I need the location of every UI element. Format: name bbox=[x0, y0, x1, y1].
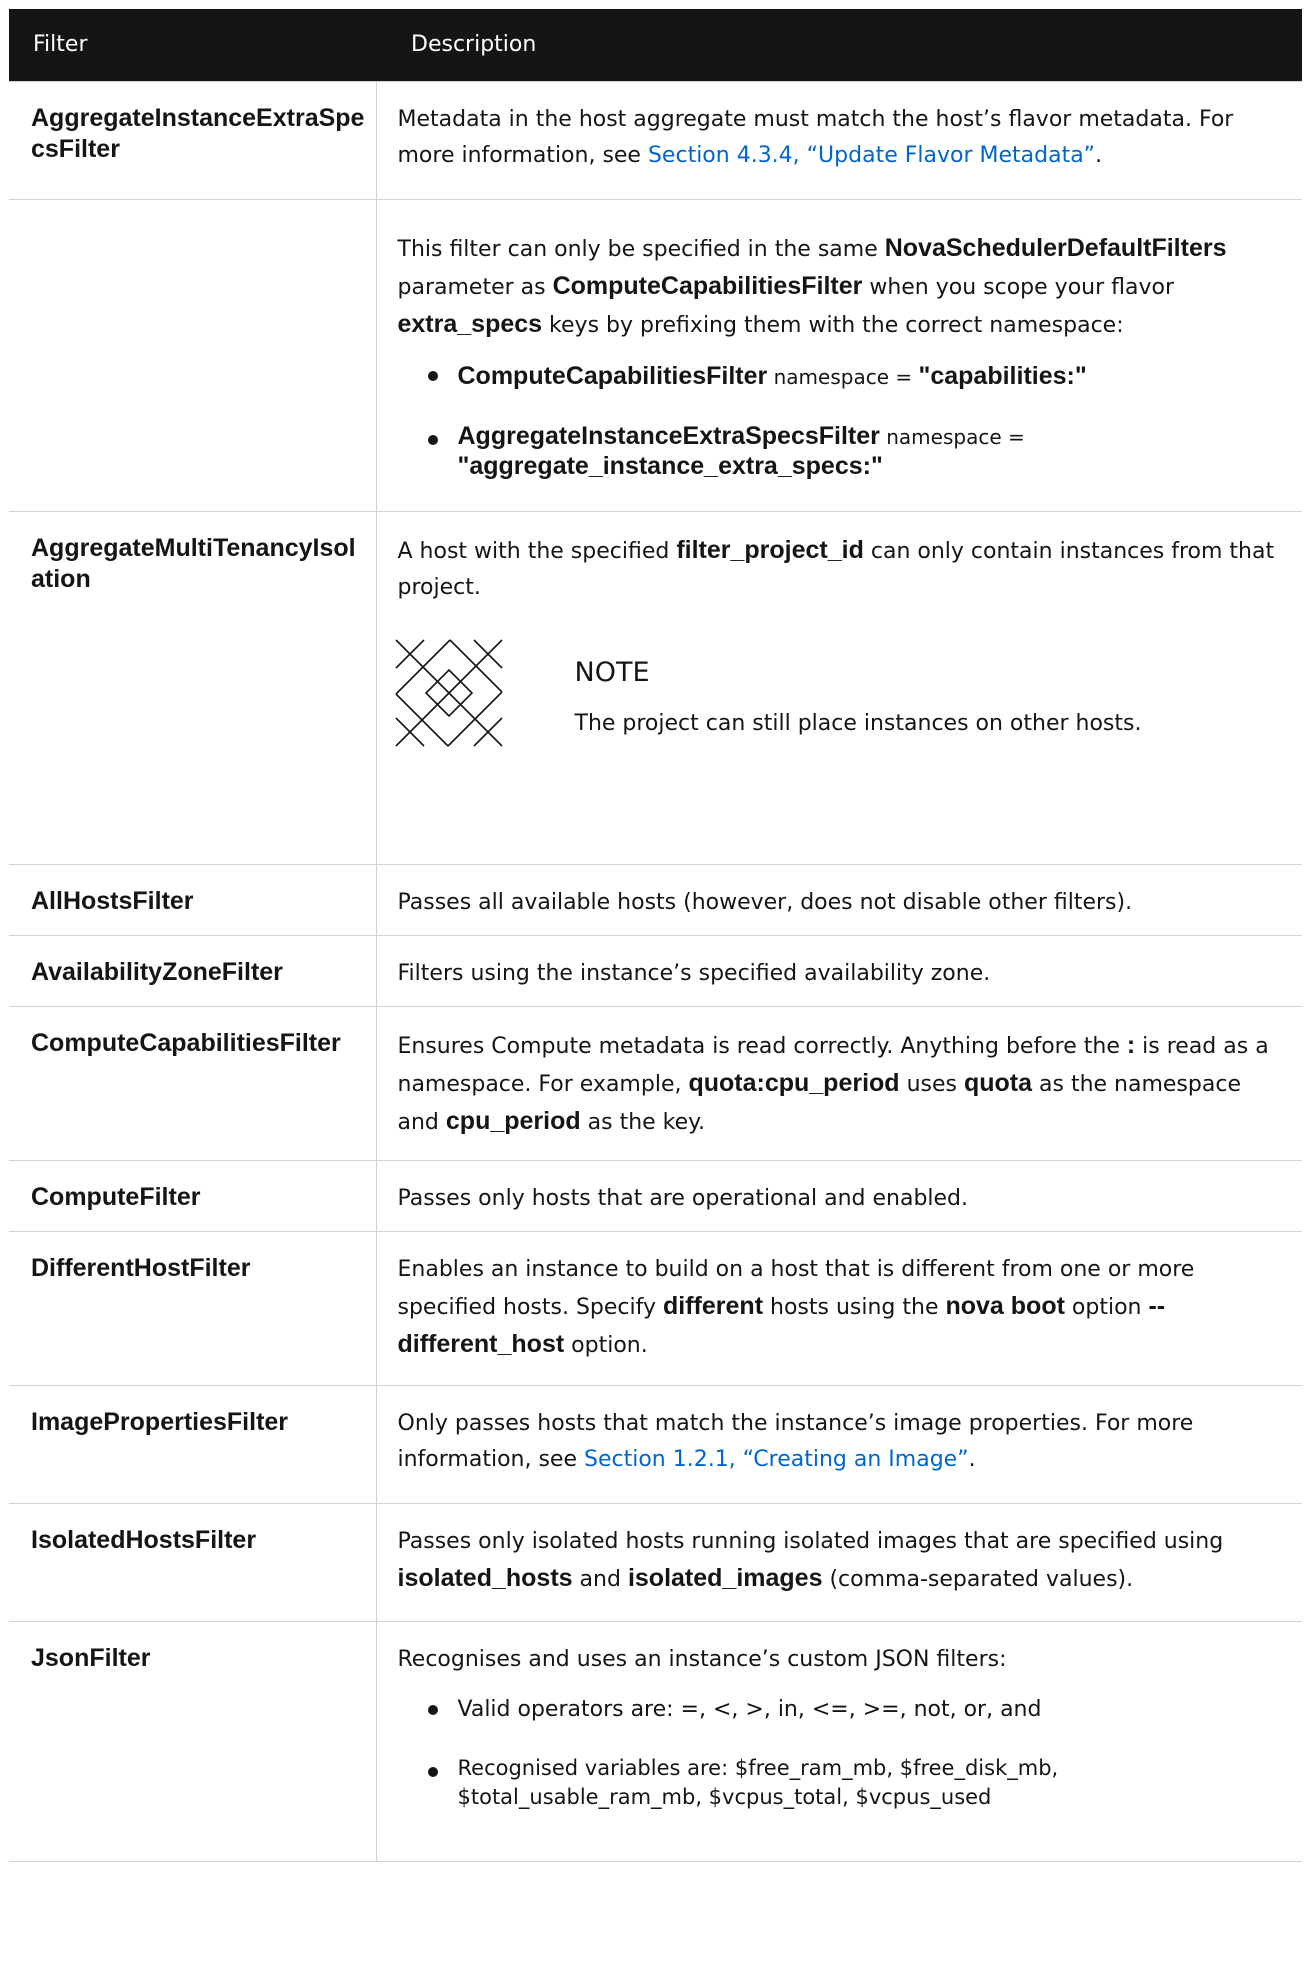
code-term: AggregateInstanceExtraSpecsFilter bbox=[457, 421, 880, 450]
description-text: namespace = bbox=[879, 424, 1025, 449]
description-text: keys by prefixing them with the correct … bbox=[542, 312, 1124, 338]
table-header: Filter Description bbox=[9, 9, 1302, 81]
filter-description: This filter can only be specified in the… bbox=[375, 198, 1302, 512]
note-body: The project can still place instances on… bbox=[574, 710, 1142, 736]
note-icon bbox=[394, 638, 503, 747]
description-paragraph: Recognises and uses an instance’s custom… bbox=[397, 1646, 1007, 1672]
description-text: parameter as bbox=[397, 274, 553, 300]
description-text: Ensures Compute metadata is read correct… bbox=[397, 1033, 1127, 1059]
note-admonition: NOTE The project can still place instanc… bbox=[394, 638, 1281, 748]
filter-name: DifferentHostFilter bbox=[9, 1230, 377, 1386]
list-item: ComputeCapabilitiesFilter namespace = "c… bbox=[427, 358, 1281, 396]
code-term: ComputeCapabilitiesFilter bbox=[457, 361, 768, 390]
table-row: ComputeCapabilitiesFilter Ensures Comput… bbox=[9, 1005, 1302, 1161]
description-paragraph: A host with the specified filter_project… bbox=[398, 532, 1281, 606]
code-term: extra_specs bbox=[397, 309, 543, 338]
table-row: ImagePropertiesFilter Only passes hosts … bbox=[9, 1384, 1302, 1504]
description-text: option. bbox=[564, 1332, 648, 1358]
description-paragraph: This filter can only be specified in the… bbox=[398, 230, 1281, 344]
list-item: Valid operators are: =, <, >, in, <=, >=… bbox=[427, 1692, 1281, 1728]
description-text: Passes only isolated hosts running isola… bbox=[397, 1528, 1224, 1554]
filter-description: Filters using the instance’s specified a… bbox=[375, 934, 1302, 1007]
table-row: IsolatedHostsFilter Passes only isolated… bbox=[9, 1502, 1302, 1622]
description-text: . bbox=[968, 1446, 976, 1472]
description-text: option bbox=[1064, 1294, 1149, 1320]
table-row: AvailabilityZoneFilter Filters using the… bbox=[9, 934, 1302, 1007]
filter-name: AggregateMultiTenancyIsolation bbox=[9, 510, 377, 865]
filter-description: A host with the specified filter_project… bbox=[375, 510, 1302, 865]
code-term: isolated_hosts bbox=[397, 1563, 573, 1592]
namespace-list: ComputeCapabilitiesFilter namespace = "c… bbox=[398, 358, 1281, 482]
code-term: quota bbox=[963, 1068, 1033, 1097]
table-row: JsonFilter Recognises and uses an instan… bbox=[9, 1620, 1302, 1862]
note-content: NOTE The project can still place instanc… bbox=[575, 638, 1142, 742]
filter-description: Metadata in the host aggregate must matc… bbox=[375, 80, 1302, 200]
table-row: AllHostsFilter Passes all available host… bbox=[9, 863, 1302, 936]
filter-name: AvailabilityZoneFilter bbox=[9, 934, 377, 1007]
filter-name: ImagePropertiesFilter bbox=[9, 1384, 377, 1504]
column-header-description: Description bbox=[376, 9, 1302, 81]
json-filter-list: Valid operators are: =, <, >, in, <=, >=… bbox=[398, 1692, 1281, 1812]
code-term: ComputeCapabilitiesFilter bbox=[552, 271, 863, 300]
filter-name: AllHostsFilter bbox=[9, 863, 377, 936]
filter-description: Only passes hosts that match the instanc… bbox=[375, 1384, 1302, 1504]
filter-name: IsolatedHostsFilter bbox=[9, 1502, 377, 1622]
code-term: "aggregate_instance_extra_specs:" bbox=[457, 451, 883, 480]
description-text: as the key. bbox=[580, 1109, 706, 1135]
filter-name: ComputeCapabilitiesFilter bbox=[9, 1005, 377, 1161]
description-text: and bbox=[572, 1566, 628, 1592]
list-item: AggregateInstanceExtraSpecsFilter namesp… bbox=[427, 421, 1281, 482]
table-row: AggregateMultiTenancyIsolation A host wi… bbox=[9, 510, 1302, 865]
description-text: A host with the specified bbox=[397, 538, 677, 564]
filter-description: Recognises and uses an instance’s custom… bbox=[375, 1620, 1302, 1862]
table-row: DifferentHostFilter Enables an instance … bbox=[9, 1230, 1302, 1386]
code-term: NovaSchedulerDefaultFilters bbox=[884, 233, 1227, 262]
table-row: This filter can only be specified in the… bbox=[9, 198, 1302, 512]
section-link[interactable]: Section 4.3.4, “Update Flavor Metadata” bbox=[648, 143, 1095, 168]
code-term: cpu_period bbox=[445, 1106, 581, 1135]
description-text: when you scope your flavor bbox=[862, 274, 1174, 300]
code-term: nova boot bbox=[945, 1291, 1065, 1320]
code-term: quota:cpu_period bbox=[688, 1068, 900, 1097]
filter-description: Passes only hosts that are operational a… bbox=[375, 1159, 1302, 1232]
code-term: different bbox=[663, 1291, 764, 1320]
filter-description: Enables an instance to build on a host t… bbox=[375, 1230, 1302, 1386]
filter-name: JsonFilter bbox=[9, 1620, 377, 1862]
list-item: Recognised variables are: $free_ram_mb, … bbox=[427, 1754, 1281, 1812]
filter-description: Ensures Compute metadata is read correct… bbox=[375, 1005, 1302, 1161]
code-term: isolated_images bbox=[627, 1563, 823, 1592]
filter-name: ComputeFilter bbox=[9, 1159, 377, 1232]
description-text: This filter can only be specified in the… bbox=[397, 236, 885, 262]
code-term: : bbox=[1126, 1030, 1136, 1059]
table-row: AggregateInstanceExtraSpecsFilter Metada… bbox=[9, 80, 1302, 200]
description-text: . bbox=[1095, 142, 1103, 168]
description-text: hosts using the bbox=[763, 1294, 946, 1320]
code-term: filter_project_id bbox=[676, 535, 864, 564]
description-text: (comma-separated values). bbox=[822, 1566, 1134, 1592]
code-term: "capabilities:" bbox=[918, 361, 1087, 390]
description-text: uses bbox=[899, 1071, 964, 1097]
table-row: ComputeFilter Passes only hosts that are… bbox=[9, 1159, 1302, 1232]
filter-name-empty bbox=[9, 198, 377, 512]
filter-description: Passes all available hosts (however, doe… bbox=[375, 863, 1302, 936]
section-link[interactable]: Section 1.2.1, “Creating an Image” bbox=[584, 1447, 969, 1472]
filter-description: Passes only isolated hosts running isola… bbox=[375, 1502, 1302, 1622]
note-title: NOTE bbox=[574, 656, 650, 688]
filter-name: AggregateInstanceExtraSpecsFilter bbox=[9, 80, 377, 200]
column-header-filter: Filter bbox=[9, 9, 376, 81]
description-text: namespace = bbox=[767, 364, 919, 389]
filters-table: Filter Description AggregateInstanceExtr… bbox=[9, 9, 1302, 1862]
